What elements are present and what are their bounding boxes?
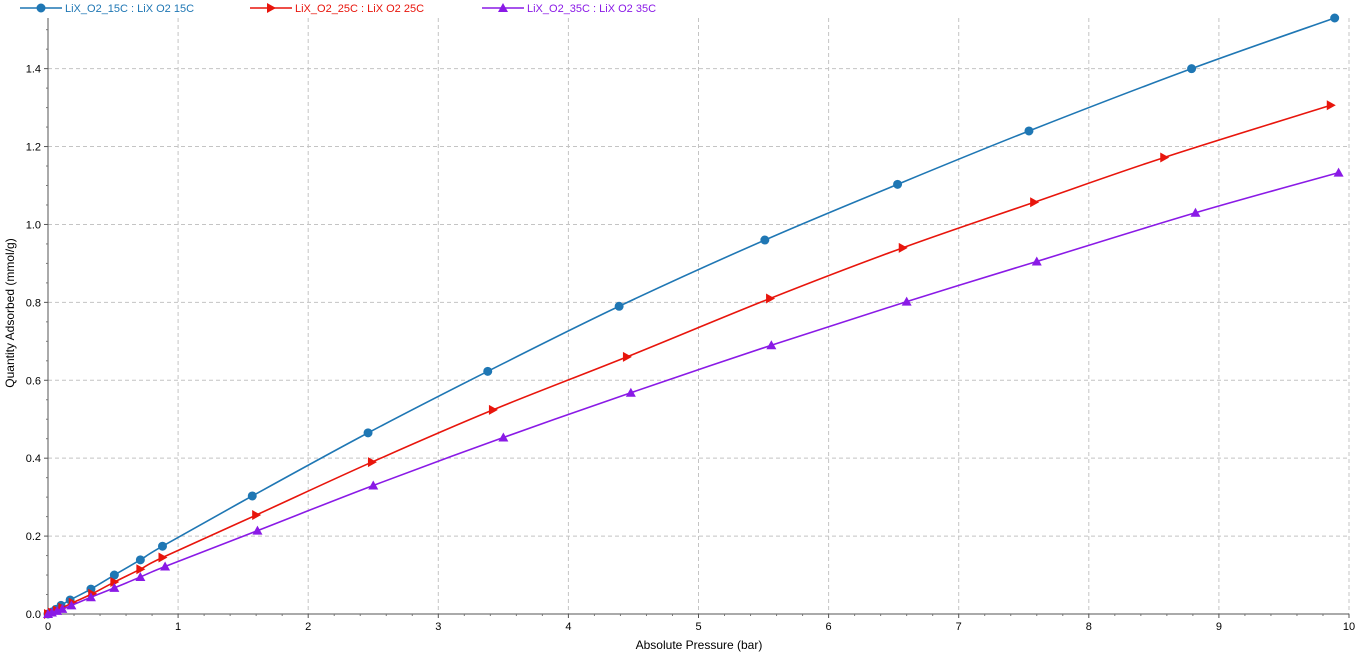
- x-tick-label: 7: [956, 621, 962, 633]
- x-tick-label: 2: [305, 621, 311, 633]
- data-point: [893, 179, 903, 189]
- y-tick-label: 0.0: [26, 609, 41, 621]
- series-2: [44, 100, 1336, 619]
- data-point: [157, 541, 167, 551]
- legend: LiX_O2_15C : LiX O2 15C LiX_O2_25C : LiX …: [20, 3, 656, 15]
- x-tick-label: 4: [565, 621, 571, 633]
- x-tick-label: 10: [1343, 621, 1355, 633]
- legend-marker: [267, 3, 276, 13]
- series-3: [43, 167, 1344, 618]
- isotherm-chart: 0 1 2 3 4 5 6 7 8 9 10 0.0 0.2 0.4 0.6 0.8 1.0 1.2 1.4 LiX…: [0, 0, 1357, 652]
- data-point: [1330, 13, 1340, 23]
- data-point: [622, 351, 632, 362]
- y-tick-label: 0.6: [26, 375, 41, 387]
- grid-layer: [48, 18, 1350, 614]
- data-point: [363, 428, 373, 438]
- data-point: [247, 491, 257, 501]
- data-point: [488, 404, 498, 415]
- y-tick-label: 0.2: [26, 531, 41, 543]
- data-point: [760, 235, 770, 245]
- legend-marker: [36, 3, 46, 13]
- data-point: [1333, 167, 1344, 177]
- x-tick-label: 5: [695, 621, 701, 633]
- series-1: [43, 13, 1340, 619]
- data-point: [158, 552, 168, 563]
- y-tick-label: 1.2: [26, 142, 41, 154]
- data-point: [1030, 197, 1040, 208]
- data-point: [1326, 100, 1336, 111]
- series-line: [47, 17, 1335, 615]
- series-line: [47, 171, 1339, 615]
- x-axis-title: Absolute Pressure (bar): [636, 638, 763, 652]
- data-point: [1024, 126, 1034, 136]
- y-tick-label: 1.0: [26, 219, 41, 231]
- series-layer: [43, 13, 1344, 619]
- y-tick-label: 0.4: [26, 453, 41, 465]
- data-point: [1187, 64, 1197, 74]
- data-point: [252, 510, 262, 521]
- data-point: [483, 366, 493, 376]
- data-point: [898, 242, 908, 253]
- legend-label: LiX_O2_15C : LiX O2 15C: [65, 3, 194, 15]
- data-point: [135, 555, 145, 565]
- x-tick-label: 1: [175, 621, 181, 633]
- data-point: [1160, 152, 1170, 163]
- x-tick-label: 3: [435, 621, 441, 633]
- data-point: [614, 301, 624, 311]
- y-tick-label: 0.8: [26, 297, 41, 309]
- legend-label: LiX_O2_25C : LiX O2 25C: [295, 3, 424, 15]
- x-tick-label: 6: [826, 621, 832, 633]
- x-tick-label: 8: [1086, 621, 1092, 633]
- axes-layer: 0 1 2 3 4 5 6 7 8 9 10 0.0 0.2 0.4 0.6 0.8 1.0 1.2 1.4: [26, 18, 1355, 633]
- x-tick-label: 0: [45, 621, 51, 633]
- chart-svg: 0 1 2 3 4 5 6 7 8 9 10 0.0 0.2 0.4 0.6 0.8 1.0 1.2 1.4 LiX…: [3, 3, 1355, 652]
- y-tick-label: 1.4: [26, 64, 41, 76]
- data-point: [252, 525, 263, 535]
- legend-label: LiX_O2_35C : LiX O2 35C: [527, 3, 656, 15]
- data-point: [136, 564, 146, 575]
- y-axis-title: Quantity Adsorbed (mmol/g): [3, 238, 17, 387]
- x-tick-label: 9: [1216, 621, 1222, 633]
